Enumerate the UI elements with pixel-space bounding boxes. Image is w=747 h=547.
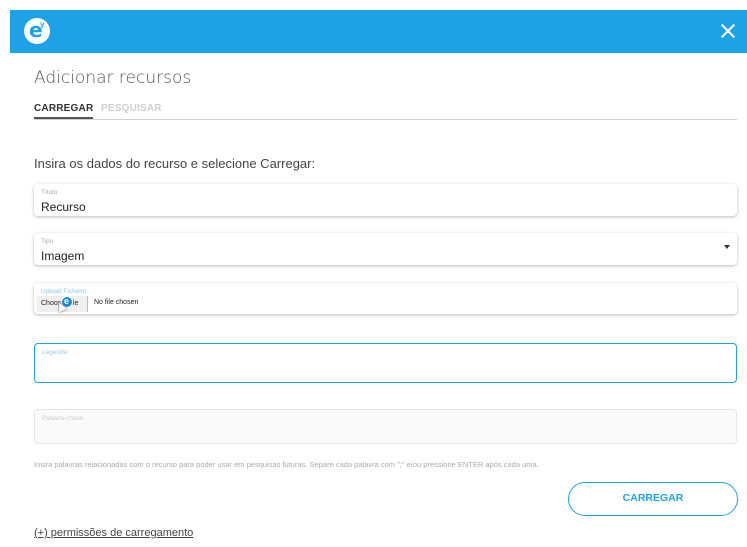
page-title: Adicionar recursos bbox=[34, 68, 192, 88]
upload-field-label: Upload Ficheiro bbox=[41, 288, 87, 295]
app-logo: e y bbox=[24, 18, 50, 44]
title-field-value[interactable]: Recurso bbox=[41, 200, 86, 214]
title-field[interactable]: Título Recurso bbox=[34, 184, 737, 216]
upload-button[interactable]: CARREGAR bbox=[568, 482, 738, 516]
type-select[interactable]: Tipo Imagem bbox=[34, 233, 737, 265]
type-select-label: Tipo bbox=[41, 238, 54, 245]
type-select-value[interactable]: Imagem bbox=[41, 249, 84, 263]
upload-field[interactable]: Upload Ficheiro Choose File No file chos… bbox=[34, 283, 737, 314]
file-status: No file chosen bbox=[94, 299, 139, 306]
header-bar: e y bbox=[10, 10, 747, 53]
logo-accent: y bbox=[40, 20, 45, 29]
caption-field[interactable]: Legenda bbox=[34, 343, 737, 383]
keyword-field[interactable]: Palavra-chave bbox=[34, 409, 737, 444]
upload-permissions-link[interactable]: (+) permissões de carregamento bbox=[34, 527, 193, 539]
title-field-label: Título bbox=[41, 189, 58, 196]
keyword-helper-text: Insira palavras relacionadas com o recur… bbox=[34, 460, 539, 469]
tab-carregar[interactable]: CARREGAR bbox=[34, 103, 94, 119]
keyword-field-label: Palavra-chave bbox=[42, 415, 84, 422]
caption-field-label: Legenda bbox=[42, 349, 68, 356]
caret-down-icon[interactable] bbox=[724, 245, 730, 249]
tab-bar: CARREGAR PESQUISAR bbox=[34, 103, 737, 120]
close-icon[interactable] bbox=[717, 20, 739, 42]
tab-pesquisar[interactable]: PESQUISAR bbox=[101, 103, 162, 114]
instruction-text: Insira os dados do recurso e selecione C… bbox=[34, 156, 316, 171]
